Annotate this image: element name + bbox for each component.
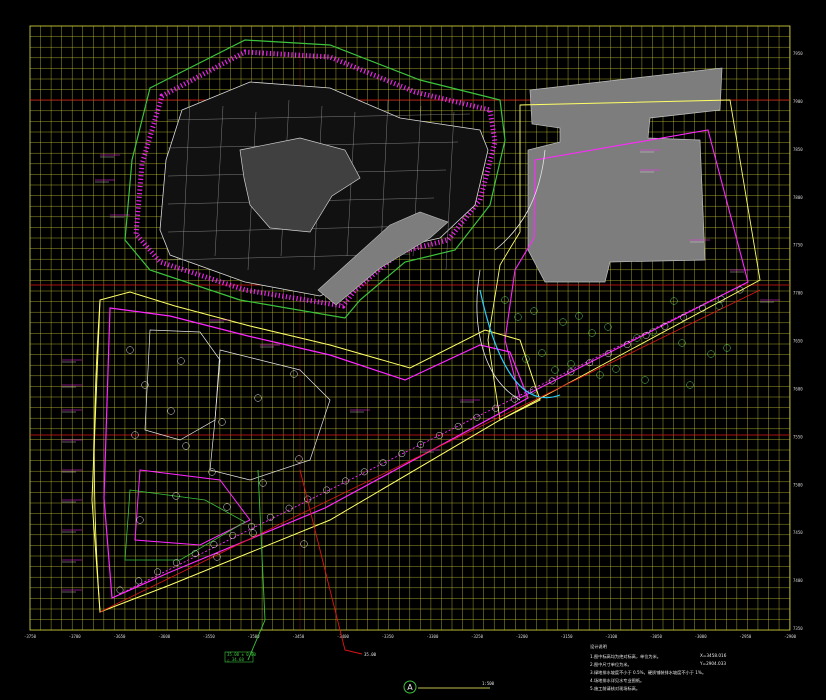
tree-symbol xyxy=(218,418,226,426)
x-axis-label: -3050 xyxy=(650,634,663,639)
note-item-2: 2.图中尺寸单位为米。 xyxy=(590,661,632,668)
tree-symbol xyxy=(136,516,144,524)
note-item-4: 4.场地排水详见水专业图纸。 xyxy=(590,677,644,684)
y-axis-labels: 7950 7900 7850 7800 7750 7700 7650 7600 7550 7500… xyxy=(793,51,803,631)
y-axis-label: 7950 xyxy=(793,51,803,56)
tree-symbol xyxy=(398,450,406,458)
tree-symbol xyxy=(473,413,481,421)
x-axis-label: -2900 xyxy=(784,634,797,639)
tree-symbol xyxy=(249,529,257,537)
x-axis-label: -3550 xyxy=(203,634,216,639)
tree-symbol xyxy=(514,313,522,321)
tree-symbol xyxy=(567,360,575,368)
note-item-3: 3.绿地排水坡度不小于 0.5%，硬质铺装排水坡度不小于 1%。 xyxy=(590,669,706,676)
green-tag-text-2: △ 34.60 xyxy=(227,657,244,662)
x-axis-label: -3750 xyxy=(24,634,37,639)
y-axis-label: 7400 xyxy=(793,578,803,583)
tree-symbol xyxy=(177,357,185,365)
tree-symbol xyxy=(559,318,567,326)
south-green-area xyxy=(124,489,246,561)
y-axis-label: 7800 xyxy=(793,195,803,200)
tree-symbol xyxy=(686,381,694,389)
drawing-title: A 1:500 xyxy=(403,680,495,694)
tree-symbol xyxy=(612,365,620,373)
tree-symbol xyxy=(588,329,596,337)
tree-symbol xyxy=(154,568,162,576)
y-axis-label: 7350 xyxy=(793,626,803,631)
x-axis-label: -2950 xyxy=(739,634,752,639)
tree-symbol xyxy=(300,540,308,548)
tree-symbol xyxy=(641,376,649,384)
x-axis-label: -3450 xyxy=(292,634,305,639)
notes-heading: 设计说明 xyxy=(590,643,607,650)
tree-symbol xyxy=(172,559,180,567)
tree-symbol xyxy=(501,296,509,304)
x-axis-label: -3150 xyxy=(560,634,573,639)
tree-symbol xyxy=(135,577,143,585)
red-tag-text: 35.00 xyxy=(364,652,377,657)
x-axis-label: -3250 xyxy=(471,634,484,639)
tree-symbol xyxy=(126,346,134,354)
tree-symbol xyxy=(259,479,267,487)
design-notes: 设计说明 1.图中标高均为绝对标高，单位为米。 2.图中尺寸单位为米。 3.绿地… xyxy=(590,643,706,692)
south-plaza-magenta xyxy=(134,469,251,546)
x-axis-label: -3100 xyxy=(605,634,618,639)
tree-symbol xyxy=(723,344,731,352)
y-axis-label: 7600 xyxy=(793,386,803,391)
y-axis-label: 7900 xyxy=(793,99,803,104)
x-axis-label: -3200 xyxy=(516,634,529,639)
green-leader-line xyxy=(247,469,266,661)
south-parcel-magenta-edge xyxy=(103,307,529,599)
coord-y: Y=2904.033 xyxy=(699,661,726,666)
y-axis-label: 7550 xyxy=(793,434,803,439)
south-building-a xyxy=(144,329,221,441)
x-axis-label: -3600 xyxy=(158,634,171,639)
coord-x: X=3458.016 xyxy=(700,653,727,658)
x-axis-label: -3700 xyxy=(69,634,82,639)
tree-symbol xyxy=(295,455,303,463)
y-axis-label: 7500 xyxy=(793,482,803,487)
road-edge-2 xyxy=(476,269,521,401)
y-axis-label: 7650 xyxy=(793,339,803,344)
tree-symbol xyxy=(596,371,604,379)
tree-symbol xyxy=(210,541,218,548)
x-axis-label: -3650 xyxy=(113,634,126,639)
tree-symbol xyxy=(538,349,546,357)
tree-symbol xyxy=(208,468,216,476)
note-item-1: 1.图中标高均为绝对标高，单位为米。 xyxy=(590,653,661,660)
tree-symbol xyxy=(678,339,686,347)
x-axis-label: -3000 xyxy=(695,634,708,639)
title-symbol: A xyxy=(407,683,413,692)
y-axis-label: 7700 xyxy=(793,291,803,296)
note-item-5: 5.施工前请核对现场标高。 xyxy=(590,685,640,692)
tree-symbol xyxy=(670,297,678,305)
site-layout: 35.00 ± 0.00 △ 34.60 35.00 xyxy=(62,39,780,663)
tree-symbol xyxy=(223,503,231,511)
tree-symbol xyxy=(342,477,349,485)
y-axis-label: 7450 xyxy=(793,530,803,535)
y-axis-label: 7750 xyxy=(793,243,803,248)
site-plan-drawing: -3750 -3700 -3650 -3600 -3550 -3500 -3450 -3400… xyxy=(24,25,803,694)
tree-symbol xyxy=(698,304,706,312)
x-axis-label: -3350 xyxy=(382,634,395,639)
tree-symbol xyxy=(575,312,583,320)
red-leader-line xyxy=(299,469,363,655)
west-road xyxy=(93,299,101,613)
tree-symbol xyxy=(715,302,723,310)
tree-symbol xyxy=(290,370,298,378)
x-axis-labels: -3750 -3700 -3650 -3600 -3550 -3500 -3450 -3400… xyxy=(24,634,797,639)
south-parcel-boundary xyxy=(91,291,541,613)
tree-symbol xyxy=(254,394,262,402)
x-axis-label: -3400 xyxy=(337,634,350,639)
tree-symbol xyxy=(167,407,175,415)
tree-symbol xyxy=(707,350,715,358)
coordinate-note: X=3458.016 Y=2904.033 xyxy=(699,653,727,666)
x-axis-label: -3300 xyxy=(426,634,439,639)
east-building-grey xyxy=(527,67,723,283)
coordinate-grid xyxy=(29,25,791,631)
title-scale: 1:500 xyxy=(482,681,495,686)
y-axis-label: 7850 xyxy=(793,147,803,152)
